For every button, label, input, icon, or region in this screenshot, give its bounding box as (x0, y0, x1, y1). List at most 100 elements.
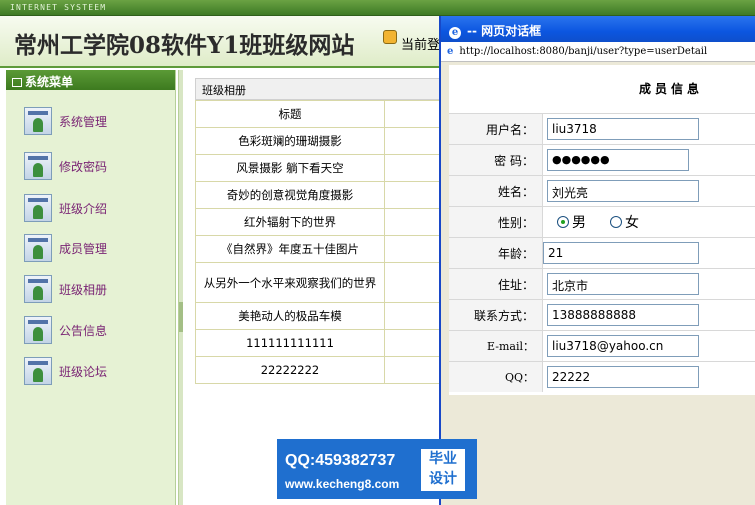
form-row-password: 密 码： ●●●●●● (449, 144, 755, 175)
dialog-address-bar: e http://localhost:8080/banji/user?type=u… (441, 42, 755, 62)
phone-field[interactable]: 13888888888 (547, 304, 699, 326)
album-title-cell[interactable]: 《自然界》年度五十佳图片 (195, 235, 385, 263)
album-title-cell[interactable]: 红外辐射下的世界 (195, 208, 385, 236)
name-label: 姓名： (449, 176, 543, 206)
album-title-cell[interactable]: 22222222 (195, 356, 385, 384)
table-row[interactable]: 《自然界》年度五十佳图片 (195, 235, 440, 263)
table-cell (384, 302, 440, 330)
table-cell (384, 100, 440, 128)
table-cell (384, 329, 440, 357)
system-menu: 系统菜单 系统管理 修改密码 班级介绍 成员管理 班级相册 公告信息 班级论坛 (6, 70, 176, 505)
menu-item-label[interactable]: 成员管理 (59, 240, 107, 257)
menu-item-member-admin[interactable]: 成员管理 (24, 233, 164, 263)
user-card-icon (24, 194, 52, 222)
table-row[interactable]: 从另外一个水平来观察我们的世界 (195, 262, 440, 303)
form-row-age: 年龄： 21 (449, 237, 755, 268)
ie-page-icon: e (447, 46, 454, 57)
table-row[interactable]: 红外辐射下的世界 (195, 208, 440, 236)
form-title: 成员信息 (639, 82, 704, 96)
album-title-cell[interactable]: 风景摄影 躺下看天空 (195, 154, 385, 182)
menu-item-change-password[interactable]: 修改密码 (24, 151, 164, 181)
album-title-cell[interactable]: 美艳动人的极品车模 (195, 302, 385, 330)
password-label: 密 码： (449, 145, 543, 175)
form-row-username: 用户名： liu3718 (449, 113, 755, 144)
menu-title-label: 系统菜单 (25, 75, 74, 89)
menu-edit-icon (12, 78, 22, 87)
user-card-icon (24, 275, 52, 303)
form-row-gender: 性别： 男 女 (449, 206, 755, 237)
user-card-icon (24, 152, 52, 180)
dialog-title-bar[interactable]: e -- 网页对话框 (441, 16, 755, 42)
phone-label: 联系方式： (449, 300, 543, 330)
username-label: 用户名： (449, 114, 543, 144)
menu-item-label[interactable]: 班级论坛 (59, 363, 107, 380)
web-page-dialog: e -- 网页对话框 e http://localhost:8080/banji/u… (439, 16, 755, 505)
age-field[interactable]: 21 (543, 242, 699, 264)
menu-item-class-intro[interactable]: 班级介绍 (24, 193, 164, 223)
frame-splitter[interactable] (178, 70, 183, 505)
form-row-address: 住址： 北京市 (449, 268, 755, 299)
badge-line-1: 毕业 (429, 451, 457, 467)
watermark-qq: QQ:459382737 (285, 452, 396, 469)
member-info-form: 成员信息 用户名： liu3718 密 码： ●●●●●● 姓名： 刘光亮 性别： 男 女… (449, 65, 755, 395)
user-card-icon (24, 234, 52, 262)
watermark-site: www.kecheng8.com (285, 477, 400, 491)
menu-item-class-album[interactable]: 班级相册 (24, 274, 164, 304)
menu-item-label[interactable]: 班级相册 (59, 281, 107, 298)
menu-title: 系统菜单 (6, 70, 175, 90)
email-field[interactable]: liu3718@yahoo.cn (547, 335, 699, 357)
form-row-qq: QQ： 22222 (449, 361, 755, 392)
name-field[interactable]: 刘光亮 (547, 180, 699, 202)
splitter-grip[interactable] (179, 302, 183, 332)
menu-item-label[interactable]: 班级介绍 (59, 200, 107, 217)
dialog-title: -- 网页对话框 (467, 24, 542, 38)
form-row-phone: 联系方式： 13888888888 (449, 299, 755, 330)
gender-female-radio[interactable] (610, 216, 622, 228)
menu-item-notices[interactable]: 公告信息 (24, 315, 164, 345)
table-row[interactable]: 风景摄影 躺下看天空 (195, 154, 440, 182)
table-cell (384, 356, 440, 384)
gender-female-label[interactable]: 女 (625, 212, 639, 232)
album-title-cell[interactable]: 色彩斑斓的珊瑚摄影 (195, 127, 385, 155)
gender-male-radio[interactable] (557, 216, 569, 228)
badge-line-2: 设计 (429, 471, 457, 487)
username-field[interactable]: liu3718 (547, 118, 699, 140)
menu-item-label[interactable]: 系统管理 (59, 113, 107, 130)
album-table: 标题 色彩斑斓的珊瑚摄影 风景摄影 躺下看天空 奇妙的创意视觉角度摄影 红外辐射… (195, 100, 440, 384)
user-card-icon (24, 357, 52, 385)
table-row[interactable]: 111111111111 (195, 329, 440, 357)
album-title-cell[interactable]: 111111111111 (195, 329, 385, 357)
ie-logo-icon: e (449, 27, 461, 39)
menu-item-system-admin[interactable]: 系统管理 (24, 106, 164, 136)
column-header-title: 标题 (195, 100, 385, 128)
table-row[interactable]: 色彩斑斓的珊瑚摄影 (195, 127, 440, 155)
album-title-cell[interactable]: 奇妙的创意视觉角度摄影 (195, 181, 385, 209)
password-field[interactable]: ●●●●●● (547, 149, 689, 171)
menu-item-label[interactable]: 修改密码 (59, 158, 107, 175)
top-strip-text: INTERNET SYSTEEM (10, 3, 107, 12)
gender-label: 性别： (449, 207, 543, 237)
dialog-url: http://localhost:8080/banji/user?type=us… (459, 46, 708, 57)
gender-male-label[interactable]: 男 (572, 212, 586, 232)
table-row[interactable]: 22222222 (195, 356, 440, 384)
menu-item-class-forum[interactable]: 班级论坛 (24, 356, 164, 386)
form-row-email: E-mail： liu3718@yahoo.cn (449, 330, 755, 361)
album-title-cell[interactable]: 从另外一个水平来观察我们的世界 (195, 262, 385, 303)
table-row[interactable]: 美艳动人的极品车模 (195, 302, 440, 330)
address-field[interactable]: 北京市 (547, 273, 699, 295)
table-header-row: 标题 (195, 100, 440, 128)
table-cell (384, 127, 440, 155)
qq-label: QQ： (449, 362, 543, 392)
site-title: 常州工学院08软件Y1班班级网站 (14, 32, 355, 59)
watermark-badge: 毕业 设计 (421, 449, 465, 491)
dialog-empty-area (449, 395, 755, 505)
menu-item-label[interactable]: 公告信息 (59, 322, 107, 339)
form-row-name: 姓名： 刘光亮 (449, 175, 755, 206)
watermark-banner: QQ:459382737 www.kecheng8.com 毕业设计 (277, 439, 477, 499)
top-strip: INTERNET SYSTEEM (0, 0, 755, 16)
user-card-icon (24, 316, 52, 344)
login-status-text: 当前登 (401, 38, 441, 53)
table-row[interactable]: 奇妙的创意视觉角度摄影 (195, 181, 440, 209)
age-label: 年龄： (449, 238, 543, 268)
qq-field[interactable]: 22222 (547, 366, 699, 388)
